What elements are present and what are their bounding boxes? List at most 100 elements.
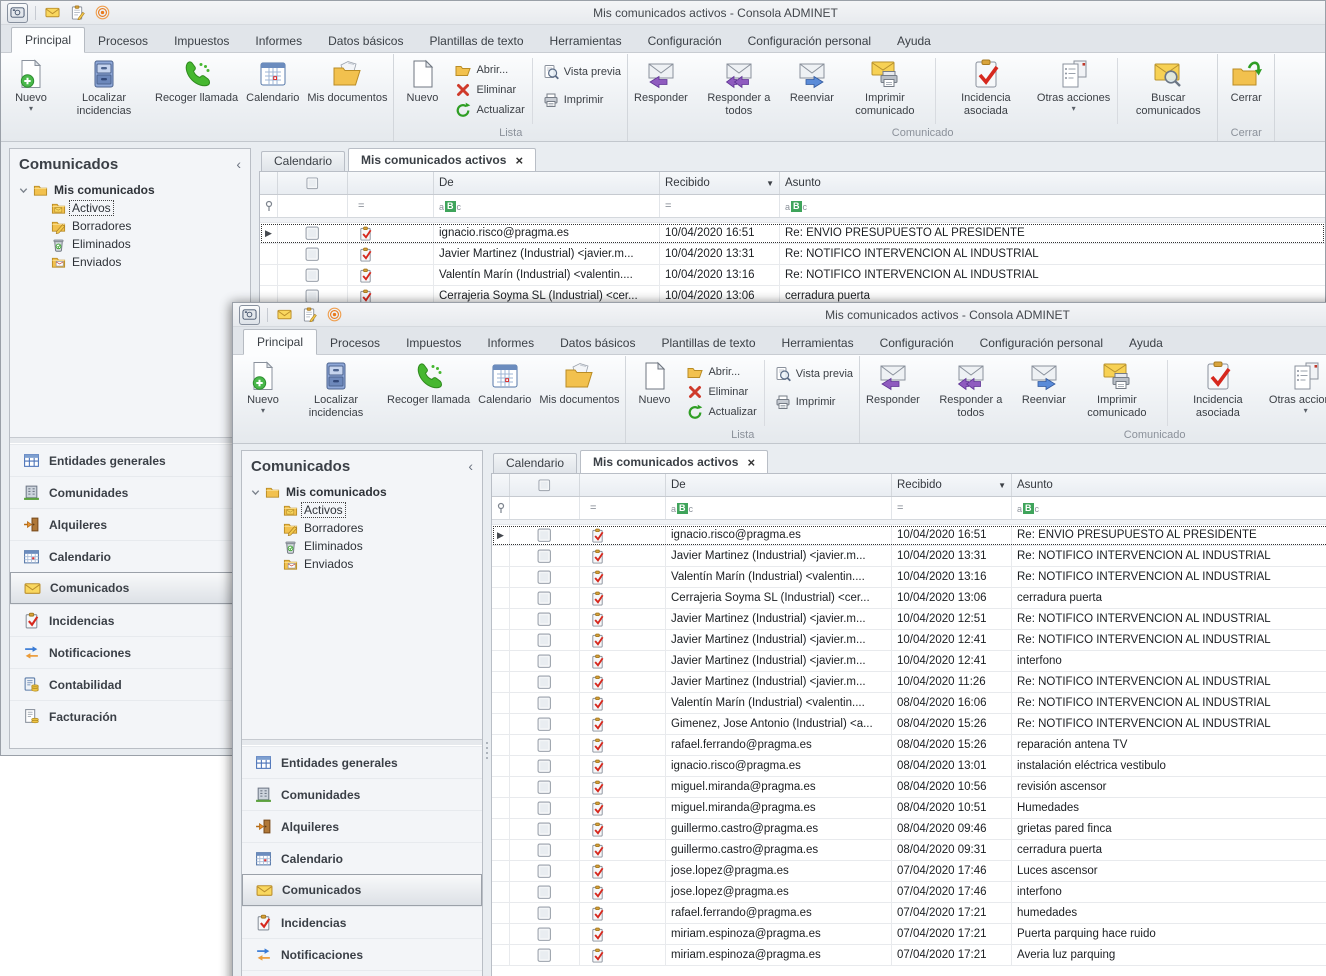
checkbox-icon[interactable]: [537, 927, 552, 942]
checkbox-icon[interactable]: [537, 654, 552, 669]
table-row[interactable]: miguel.miranda@pragma.es08/04/2020 10:56…: [492, 777, 1326, 798]
ribbon-tab-impuestos[interactable]: Impuestos: [161, 29, 242, 53]
ribbon-button-responder-a-todos[interactable]: Responder a todos: [692, 55, 786, 117]
tree-chevron-icon[interactable]: [18, 185, 29, 196]
collapse-sidebar-button[interactable]: ‹: [468, 458, 473, 474]
ribbon-tab-informes[interactable]: Informes: [242, 29, 315, 53]
checkbox-icon[interactable]: [305, 247, 320, 262]
sort-desc-icon[interactable]: ▼: [998, 481, 1006, 490]
close-tab-icon[interactable]: ×: [515, 154, 523, 167]
ribbon-tab-plantillas-de-texto[interactable]: Plantillas de texto: [416, 29, 536, 53]
header-cell-asunto[interactable]: Asunto: [1012, 474, 1326, 496]
ribbon-button-otras-acciones[interactable]: Otras acciones▾: [1033, 55, 1114, 112]
nav-item-alquileres[interactable]: Alquileres: [242, 810, 482, 842]
tree-item-borradores[interactable]: Borradores: [18, 217, 250, 235]
ribbon-button-nuevo[interactable]: Nuevo: [628, 357, 680, 407]
filter-cell-icon[interactable]: =: [580, 497, 666, 519]
filter-cell-asunto[interactable]: aBc: [780, 195, 1325, 217]
table-row[interactable]: ▶ignacio.risco@pragma.es10/04/2020 16:51…: [492, 525, 1326, 546]
header-cell-recibido[interactable]: Recibido▼: [892, 474, 1012, 496]
checkbox-icon[interactable]: [537, 885, 552, 900]
checkbox-icon[interactable]: [537, 696, 552, 711]
nav-item-entidades-generales[interactable]: Entidades generales: [242, 746, 482, 778]
ribbon-button-otras-acciones[interactable]: Otras acciones▾: [1265, 357, 1326, 414]
ribbon-tab-procesos[interactable]: Procesos: [85, 29, 161, 53]
ribbon-button-mis-documentos[interactable]: Mis documentos: [535, 357, 623, 407]
tree-item-activos[interactable]: Activos: [250, 501, 482, 519]
ribbon-button-localizar-incidencias[interactable]: Localizar incidencias: [289, 357, 383, 419]
ribbon-button-incidencia-asociada[interactable]: Incidencia asociada: [1171, 357, 1265, 419]
nav-item-comunicados[interactable]: Comunicados: [242, 874, 482, 906]
header-cell-asunto[interactable]: Asunto: [780, 172, 1325, 194]
close-tab-icon[interactable]: ×: [747, 456, 755, 469]
table-row[interactable]: rafael.ferrando@pragma.es07/04/2020 17:2…: [492, 903, 1326, 924]
ribbon-tab-principal[interactable]: Principal: [243, 329, 317, 355]
ribbon-tab-configuracion[interactable]: Configuración: [867, 331, 967, 355]
ribbon-tab-herramientas[interactable]: Herramientas: [537, 29, 635, 53]
table-row[interactable]: guillermo.castro@pragma.es08/04/2020 09:…: [492, 819, 1326, 840]
ribbon-button-nuevo[interactable]: Nuevo: [396, 55, 448, 105]
ribbon-button-incidencia-asociada[interactable]: Incidencia asociada: [939, 55, 1033, 117]
tasks-icon[interactable]: [68, 4, 87, 22]
nav-item-incidencias[interactable]: Incidencias: [10, 604, 250, 636]
checkbox-icon[interactable]: [537, 528, 552, 543]
ribbon-button-calendario[interactable]: Calendario: [474, 357, 535, 407]
filter-cell-de[interactable]: aBc: [666, 497, 892, 519]
nav-item-comunidades[interactable]: Comunidades: [10, 476, 250, 508]
ribbon-button-nuevo[interactable]: Nuevo▾: [5, 55, 57, 112]
nav-item-calendario[interactable]: Calendario: [242, 842, 482, 874]
checkbox-icon[interactable]: [305, 226, 320, 241]
ribbon-tab-datos-basicos[interactable]: Datos básicos: [547, 331, 648, 355]
table-row[interactable]: guillermo.castro@pragma.es08/04/2020 09:…: [492, 840, 1326, 861]
document-tab-calendario[interactable]: Calendario: [261, 151, 345, 171]
nav-item-comunidades[interactable]: Comunidades: [242, 778, 482, 810]
checkbox-icon[interactable]: [537, 717, 552, 732]
app-menu-icon[interactable]: [239, 305, 260, 325]
broadcast-icon[interactable]: [325, 306, 344, 324]
tree-item-eliminados[interactable]: Eliminados: [18, 235, 250, 253]
table-row[interactable]: Javier Martinez (Industrial) <javier.m..…: [492, 609, 1326, 630]
checkbox-icon[interactable]: [537, 675, 552, 690]
tree-item-mis-comunicados[interactable]: Mis comunicados: [18, 181, 250, 199]
filter-cell-checkbox[interactable]: [278, 195, 348, 217]
table-row[interactable]: jose.lopez@pragma.es07/04/2020 17:46inte…: [492, 882, 1326, 903]
sidebar-splitter[interactable]: [10, 437, 250, 444]
ribbon-tab-ayuda[interactable]: Ayuda: [1116, 331, 1176, 355]
ribbon-button-responder[interactable]: Responder: [630, 55, 692, 105]
checkbox-icon[interactable]: [537, 570, 552, 585]
ribbon-button-abrir[interactable]: Abrir...: [455, 62, 524, 78]
tree-item-activos[interactable]: Activos: [18, 199, 250, 217]
document-tab-mis-comunicados-activos[interactable]: Mis comunicados activos×: [580, 450, 768, 473]
table-row[interactable]: miriam.espinoza@pragma.es07/04/2020 17:2…: [492, 924, 1326, 945]
filter-cell-recibido[interactable]: =: [660, 195, 780, 217]
table-row[interactable]: miguel.miranda@pragma.es08/04/2020 10:51…: [492, 798, 1326, 819]
checkbox-icon[interactable]: [537, 843, 552, 858]
sidebar-splitter[interactable]: [242, 739, 482, 746]
new-mail-icon[interactable]: [275, 306, 294, 324]
nav-overflow-chevron[interactable]: ▾: [10, 732, 250, 748]
ribbon-tab-configuracion[interactable]: Configuración: [635, 29, 735, 53]
table-row[interactable]: rafael.ferrando@pragma.es08/04/2020 15:2…: [492, 735, 1326, 756]
tasks-icon[interactable]: [300, 306, 319, 324]
ribbon-tab-configuracion-personal[interactable]: Configuración personal: [967, 331, 1116, 355]
checkbox-icon[interactable]: [537, 738, 552, 753]
ribbon-tab-datos-basicos[interactable]: Datos básicos: [315, 29, 416, 53]
tree-chevron-icon[interactable]: [250, 487, 261, 498]
ribbon-button-responder-a-todos[interactable]: Responder a todos: [924, 357, 1018, 419]
ribbon-tab-informes[interactable]: Informes: [474, 331, 547, 355]
ribbon-tab-herramientas[interactable]: Herramientas: [769, 331, 867, 355]
nav-item-notificaciones[interactable]: Notificaciones: [10, 636, 250, 668]
ribbon-button-imprimir-comunicado[interactable]: Imprimir comunicado: [838, 55, 932, 117]
new-mail-icon[interactable]: [43, 4, 62, 22]
ribbon-tab-impuestos[interactable]: Impuestos: [393, 331, 474, 355]
table-row[interactable]: ignacio.risco@pragma.es08/04/2020 13:01i…: [492, 756, 1326, 777]
ribbon-button-recoger-llamada[interactable]: Recoger llamada: [383, 357, 474, 407]
nav-item-entidades-generales[interactable]: Entidades generales: [10, 444, 250, 476]
ribbon-button-reenviar[interactable]: Reenviar: [1018, 357, 1070, 407]
ribbon-button-buscar-comunicados[interactable]: Buscar comunicados: [1121, 55, 1215, 117]
header-cell-recibido[interactable]: Recibido▼: [660, 172, 780, 194]
checkbox-icon[interactable]: [306, 177, 319, 190]
ribbon-button-cerrar[interactable]: Cerrar: [1220, 55, 1272, 105]
table-row[interactable]: ▶ignacio.risco@pragma.es10/04/2020 16:51…: [260, 223, 1325, 244]
panel-splitter-grip[interactable]: [483, 450, 491, 976]
